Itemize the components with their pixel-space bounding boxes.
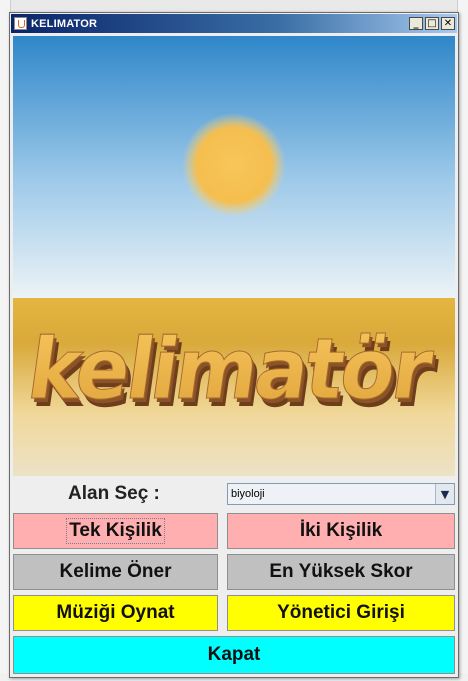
logo: kelimatör kelimatör kelimatör	[22, 320, 444, 426]
main-window: KELIMATOR _ □ ✕ kelimatör kelimatör keli…	[9, 12, 459, 678]
minimize-button[interactable]: _	[409, 17, 423, 30]
chevron-down-icon[interactable]: ▼	[435, 484, 454, 504]
high-score-button[interactable]: En Yüksek Skor	[227, 554, 455, 590]
single-player-button[interactable]: Tek Kişilik	[13, 513, 218, 549]
desert-scene: kelimatör kelimatör kelimatör	[13, 36, 455, 476]
play-music-button[interactable]: Müziği Oynat	[13, 595, 218, 631]
window-controls: _ □ ✕	[409, 17, 455, 30]
suggest-word-button[interactable]: Kelime Öner	[13, 554, 218, 590]
category-row: Alan Seç : biyoloji ▼	[13, 479, 455, 509]
category-dropdown[interactable]: biyoloji ▼	[227, 483, 455, 505]
logo-text: kelimatör	[22, 320, 439, 418]
two-player-button[interactable]: İki Kişilik	[227, 513, 455, 549]
close-window-button[interactable]: ✕	[441, 17, 455, 30]
window-title: KELIMATOR	[31, 17, 98, 30]
title-bar[interactable]: KELIMATOR _ □ ✕	[11, 14, 457, 33]
banner-image: kelimatör kelimatör kelimatör	[13, 36, 455, 476]
category-label: Alan Seç :	[68, 483, 160, 504]
single-player-label: Tek Kişilik	[66, 518, 165, 544]
category-selected-value: biyoloji	[231, 488, 265, 500]
maximize-button[interactable]: □	[425, 17, 439, 30]
admin-login-button[interactable]: Yönetici Girişi	[227, 595, 455, 631]
close-button[interactable]: Kapat	[13, 636, 455, 674]
sun	[182, 113, 286, 217]
java-cup-icon	[14, 17, 27, 30]
